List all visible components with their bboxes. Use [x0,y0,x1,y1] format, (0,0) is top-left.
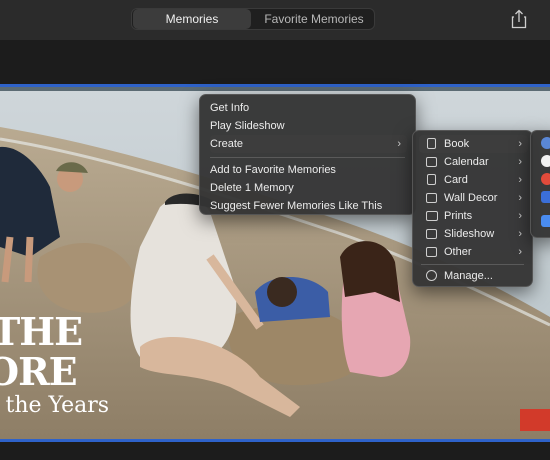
chevron-right-icon: › [518,174,522,186]
submenu-item-book[interactable]: Book › [419,135,528,153]
submenu-item-label: Wall Decor [444,192,498,204]
wall-decor-icon [426,193,437,203]
menu-item-play-slideshow[interactable]: Play Slideshow [210,117,407,135]
book-apps-submenu [530,130,550,238]
chevron-right-icon: › [518,228,522,240]
tab-favorite-memories[interactable]: Favorite Memories [254,9,374,29]
header-gap [0,40,550,84]
more-icon [426,270,437,281]
menu-item-label: Suggest Fewer Memories Like This [210,200,383,212]
menu-separator [210,157,405,158]
app-icon-3[interactable] [541,173,550,185]
submenu-item-card[interactable]: Card › [419,171,528,189]
prints-icon [426,211,438,221]
submenu-item-other[interactable]: Other › [419,243,528,261]
menu-item-label: Delete 1 Memory [210,182,294,194]
other-icon [426,247,437,257]
submenu-item-calendar[interactable]: Calendar › [419,153,528,171]
menu-separator [421,264,524,265]
book-icon [427,138,436,149]
menu-item-label: Get Info [210,102,250,114]
submenu-item-slideshow[interactable]: Slideshow › [419,225,528,243]
submenu-item-label: Card [444,174,468,186]
submenu-item-prints[interactable]: Prints › [419,207,528,225]
share-icon[interactable] [510,9,528,29]
memory-subtitle: r the Years [0,393,110,418]
context-menu: Get Info Play Slideshow Create › Add to F… [199,94,416,215]
submenu-item-label: Slideshow [444,228,495,240]
tab-memories[interactable]: Memories [133,9,251,29]
app-icon-4[interactable] [541,191,550,203]
menu-item-label: Create [210,138,244,150]
chevron-right-icon: › [518,246,522,258]
submenu-item-label: Calendar [444,156,489,168]
chevron-right-icon: › [518,210,522,222]
app-icon-5[interactable] [541,215,550,227]
create-submenu: Book › Calendar › Card › Wall Decor › Pr… [412,130,533,287]
submenu-item-label: Prints [444,210,473,222]
menu-item-get-info[interactable]: Get Info [210,99,407,117]
menu-item-add-to-favorite-memories[interactable]: Add to Favorite Memories [210,161,407,179]
app-icon-1[interactable] [541,137,550,149]
submenu-item-wall-decor[interactable]: Wall Decor › [419,189,528,207]
card-icon [427,174,436,185]
submenu-item-label: Manage... [444,270,493,282]
menu-item-create[interactable]: Create › [210,135,407,153]
calendar-icon [426,157,437,167]
app-icon-2[interactable] [541,155,550,167]
chevron-right-icon: › [397,138,401,150]
memories-segmented-control: Memories Favorite Memories [131,8,375,30]
menu-item-delete-memory[interactable]: Delete 1 Memory [210,179,407,197]
bottom-bar [0,442,550,460]
chevron-right-icon: › [518,192,522,204]
toolbar: Memories Favorite Memories [0,0,550,40]
slideshow-icon [426,229,437,239]
memory-title-line-1: THE [0,309,83,354]
chevron-right-icon: › [518,138,522,150]
menu-item-label: Add to Favorite Memories [210,164,336,176]
submenu-item-label: Book [444,138,470,150]
memory-title-line-2: ORE [0,349,78,394]
submenu-item-manage[interactable]: Manage... [419,267,528,285]
chevron-right-icon: › [518,156,522,168]
submenu-item-label: Other [444,246,472,258]
menu-item-suggest-fewer[interactable]: Suggest Fewer Memories Like This [210,197,407,215]
menu-item-label: Play Slideshow [210,120,285,132]
